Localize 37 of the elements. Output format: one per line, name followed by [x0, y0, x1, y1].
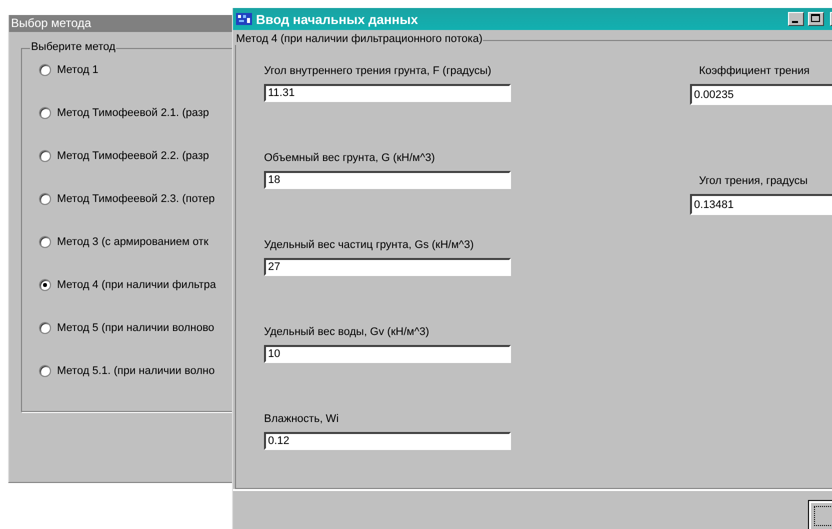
- radio-button[interactable]: [39, 107, 51, 119]
- field-label: Объемный вес грунта, G (кН/м^3): [264, 152, 436, 165]
- input-field[interactable]: 0.00235: [690, 84, 832, 105]
- input-field[interactable]: 11.31: [264, 84, 511, 102]
- field-label: Удельный вес воды, Gv (кН/м^3): [264, 326, 430, 339]
- radio-button[interactable]: [39, 193, 51, 205]
- input-field[interactable]: 0.12: [264, 432, 511, 450]
- radio-label[interactable]: Метод 5 (при наличии волново: [57, 322, 214, 334]
- radio-label[interactable]: Метод Тимофеевой 2.1. (разр: [57, 107, 210, 119]
- field-label: Удельный вес частиц грунта, Gs (кН/м^3): [264, 239, 475, 252]
- input-field[interactable]: 0.13481: [690, 194, 832, 215]
- minimize-button[interactable]: [788, 12, 804, 26]
- field-label: Угол трения, градусы: [699, 175, 809, 188]
- radio-button[interactable]: [39, 365, 51, 377]
- radio-label[interactable]: Метод Тимофеевой 2.2. (разр: [57, 150, 210, 162]
- group-label: Выберите метод: [30, 41, 116, 53]
- radio-button[interactable]: [39, 279, 51, 291]
- window-title: Ввод начальных данных: [256, 12, 419, 26]
- field-label: Угол внутреннего трения грунта, F (градусы): [264, 65, 492, 78]
- input-field[interactable]: 18: [264, 171, 511, 189]
- input-field[interactable]: 10: [264, 345, 511, 363]
- radio-label[interactable]: Метод 5.1. (при наличии волно: [57, 365, 215, 377]
- radio-label[interactable]: Метод 3 (с армированием отк: [57, 236, 208, 248]
- group-label: Метод 4 (при наличии фильтрационного потока): [235, 33, 484, 45]
- app-icon: [236, 12, 252, 26]
- input-field[interactable]: 27: [264, 258, 511, 276]
- window-title: Выбор метода: [9, 15, 232, 32]
- field-label: Коэффициент трения: [699, 65, 811, 78]
- radio-button[interactable]: [39, 150, 51, 162]
- radio-button[interactable]: [39, 322, 51, 334]
- field-label: Влажность, Wi: [264, 413, 340, 426]
- radio-button[interactable]: [39, 64, 51, 76]
- maximize-button[interactable]: [808, 12, 824, 26]
- radio-label[interactable]: Метод 4 (при наличии фильтра: [57, 279, 216, 291]
- radio-label[interactable]: Метод 1: [57, 64, 98, 76]
- radio-button[interactable]: [39, 236, 51, 248]
- radio-label[interactable]: Метод Тимофеевой 2.3. (потер: [57, 193, 215, 205]
